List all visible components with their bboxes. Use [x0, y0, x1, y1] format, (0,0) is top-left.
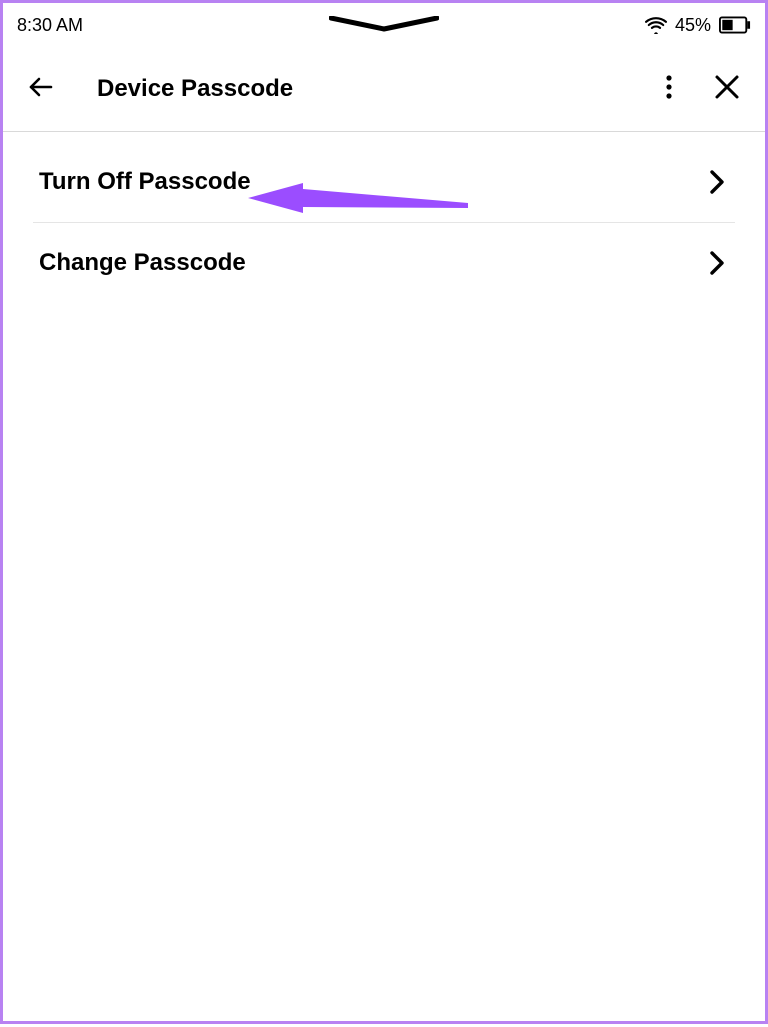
kebab-menu-icon — [665, 73, 673, 106]
wifi-icon — [645, 16, 667, 34]
chevron-down-icon — [329, 16, 439, 34]
status-time: 8:30 AM — [17, 15, 83, 36]
close-icon — [714, 74, 740, 105]
device-frame: 8:30 AM 45% — [0, 0, 768, 1024]
close-button[interactable] — [707, 69, 747, 109]
status-right: 45% — [645, 15, 751, 36]
list-item-change-passcode[interactable]: Change Passcode — [33, 223, 735, 303]
list-item-turn-off-passcode[interactable]: Turn Off Passcode — [33, 142, 735, 223]
arrow-left-icon — [27, 73, 55, 106]
battery-icon — [719, 16, 751, 34]
settings-list: Turn Off Passcode Change Passcode — [3, 132, 765, 303]
status-bar: 8:30 AM 45% — [3, 3, 765, 47]
page-title: Device Passcode — [97, 75, 625, 103]
more-options-button[interactable] — [649, 69, 689, 109]
battery-percentage: 45% — [675, 15, 711, 36]
back-button[interactable] — [21, 69, 61, 109]
list-item-label: Change Passcode — [39, 249, 246, 277]
list-item-label: Turn Off Passcode — [39, 168, 251, 196]
pull-down-handle[interactable] — [329, 16, 439, 34]
page-header: Device Passcode — [3, 47, 765, 132]
chevron-right-icon — [709, 250, 725, 276]
chevron-right-icon — [709, 169, 725, 195]
